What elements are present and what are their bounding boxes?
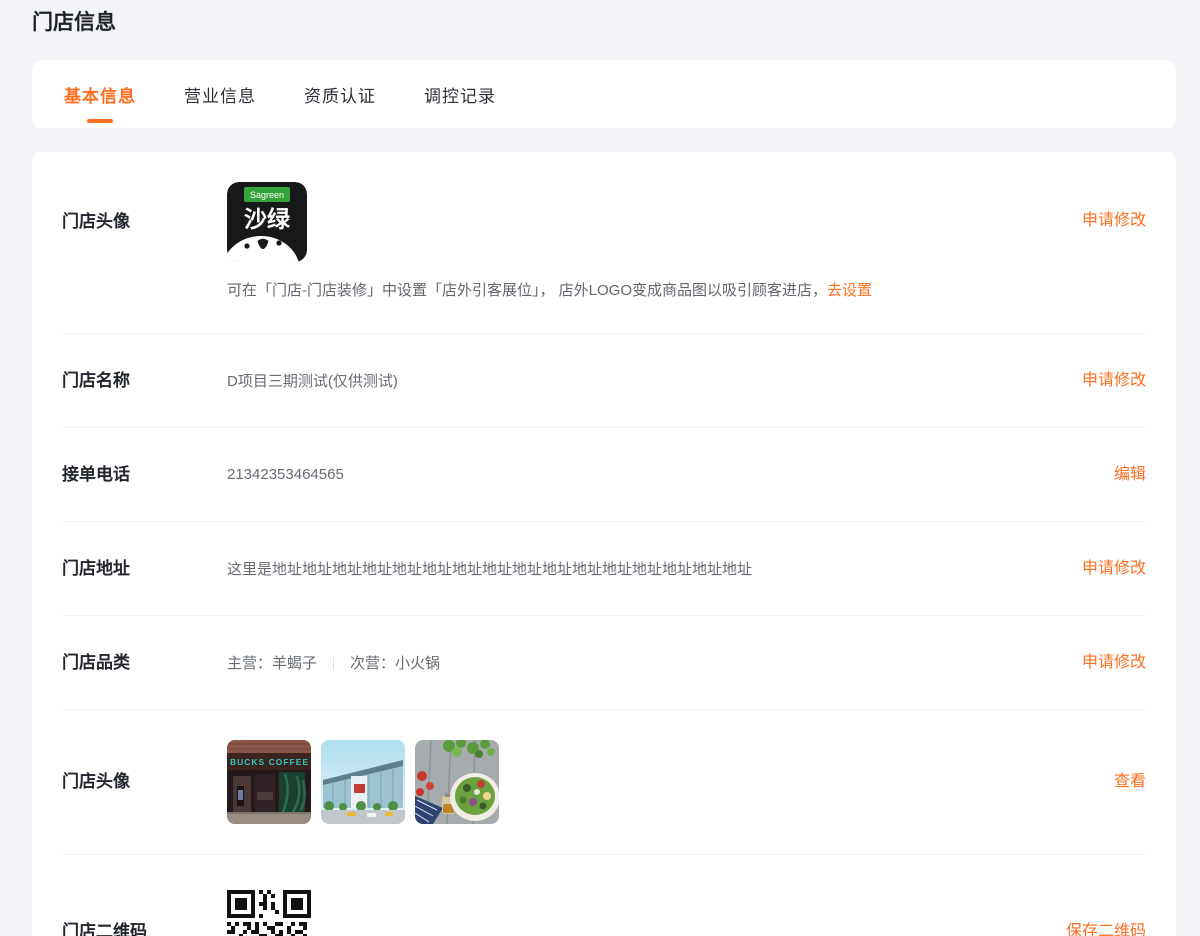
store-logo-image: Sagreen 沙绿 [227,182,307,262]
store-photos-label: 门店头像 [62,772,130,791]
logo-brand-zh: 沙绿 [244,206,291,232]
salad-dish-photo[interactable] [415,740,499,824]
address-apply-modify-link[interactable]: 申请修改 [1082,558,1146,580]
store-category-row: 门店品类 主营：羊蝎子 次营：小火锅 申请修改 [62,615,1146,709]
store-name-row: 门店名称 D项目三期测试(仅供测试) 申请修改 [62,333,1146,427]
category-apply-modify-link[interactable]: 申请修改 [1082,652,1146,674]
photo-strip: BUCKS COFFEE [227,740,1114,824]
store-address-value: 这里是地址地址地址地址地址地址地址地址地址地址地址地址地址地址地址地址 [227,561,753,578]
store-qr-code-image [227,890,311,936]
starbucks-storefront-photo[interactable]: BUCKS COFFEE [227,740,311,824]
logo-brand-en: Sagreen [250,190,284,200]
basic-info-card: 门店头像 Sagreen 沙绿 可在「门店-门店装修」中设置「店外引客展位」， … [32,152,1176,936]
phone-edit-link[interactable]: 编辑 [1114,464,1146,486]
tab-bar: 基本信息 营业信息 资质认证 调控记录 [32,60,1176,128]
store-photos-row: 门店头像 BUCKS COFFEE 查看 [62,709,1146,854]
name-apply-modify-link[interactable]: 申请修改 [1082,370,1146,392]
order-phone-row: 接单电话 21342353464565 编辑 [62,427,1146,521]
store-category-value: 主营：羊蝎子 次营：小火锅 [227,652,1058,673]
photos-view-link[interactable]: 查看 [1114,771,1146,793]
shopping-mall-photo[interactable] [321,740,405,824]
order-phone-value: 21342353464565 [227,466,344,483]
store-avatar-label: 门店头像 [62,212,130,231]
save-qrcode-link[interactable]: 保存二维码 [1066,921,1146,936]
store-address-row: 门店地址 这里是地址地址地址地址地址地址地址地址地址地址地址地址地址地址地址地址… [62,521,1146,615]
secondary-category: 次营：小火锅 [350,655,441,672]
store-address-label: 门店地址 [62,558,130,578]
tab-business-info[interactable]: 营业信息 [184,60,256,128]
go-setup-link[interactable]: 去设置 [827,282,872,299]
order-phone-label: 接单电话 [62,464,130,484]
store-name-label: 门店名称 [62,370,130,390]
store-category-label: 门店品类 [62,652,130,672]
category-separator [333,656,335,670]
store-qrcode-wrap [227,890,1042,936]
tab-basic-info[interactable]: 基本信息 [64,60,136,128]
tab-regulation-log[interactable]: 调控记录 [424,60,496,128]
svg-text:BUCKS COFFEE: BUCKS COFFEE [230,757,309,767]
store-qrcode-label: 门店二维码 [62,922,147,936]
page-title: 门店信息 [32,11,116,34]
store-qrcode-row: 门店二维码 保存二维码 [62,854,1146,936]
avatar-apply-modify-link[interactable]: 申请修改 [1082,210,1146,232]
primary-category: 主营：羊蝎子 [227,655,318,672]
avatar-hint-text: 可在「门店-门店装修」中设置「店外引客展位」， 店外LOGO变成商品图以吸引顾客… [227,282,828,299]
store-avatar-row: 门店头像 Sagreen 沙绿 可在「门店-门店装修」中设置「店外引客展位」， … [62,152,1146,333]
tab-qualification[interactable]: 资质认证 [304,60,376,128]
store-name-value: D项目三期测试(仅供测试) [227,373,398,390]
